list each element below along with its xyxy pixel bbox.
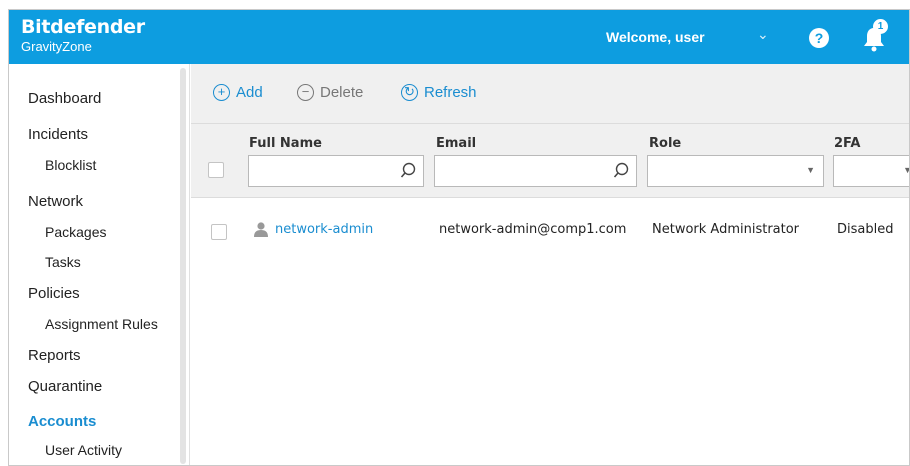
sidebar-item-policies[interactable]: Policies [28, 285, 80, 302]
toolbar: + Add − Delete ↻ Refresh [191, 64, 909, 124]
add-label: Add [236, 84, 263, 101]
column-header-2fa[interactable]: 2FA [834, 136, 861, 151]
user-email: network-admin@comp1.com [439, 222, 627, 237]
select-all-checkbox[interactable] [208, 162, 224, 178]
refresh-label: Refresh [424, 84, 477, 101]
refresh-icon: ↻ [401, 84, 418, 101]
caret-down-icon: ▼ [806, 165, 815, 175]
refresh-button[interactable]: ↻ Refresh [401, 84, 477, 101]
sidebar-item-user-activity[interactable]: User Activity [45, 442, 122, 458]
delete-label: Delete [320, 84, 364, 101]
brand-logo[interactable]: Bitdefender GravityZone [21, 16, 145, 54]
2fa-filter-select[interactable]: ▼ [833, 155, 909, 187]
minus-icon: − [297, 84, 314, 101]
role-filter-select[interactable]: ▼ [647, 155, 824, 187]
sidebar-item-assignment-rules[interactable]: Assignment Rules [45, 316, 158, 332]
sidebar-item-accounts[interactable]: Accounts [28, 413, 96, 430]
column-header-email[interactable]: Email [436, 136, 476, 151]
sidebar-item-blocklist[interactable]: Blocklist [45, 157, 96, 173]
search-icon [613, 162, 629, 178]
sidebar-scrollbar[interactable] [180, 68, 186, 464]
column-header-full-name[interactable]: Full Name [249, 136, 322, 151]
help-icon[interactable]: ? [809, 28, 829, 48]
user-2fa-status: Disabled [837, 222, 894, 237]
column-header-role[interactable]: Role [649, 136, 681, 151]
welcome-user-menu[interactable]: Welcome, user [606, 29, 705, 45]
plus-icon: + [213, 84, 230, 101]
sidebar-nav: Dashboard Incidents Blocklist Network Pa… [9, 64, 190, 465]
sidebar-item-reports[interactable]: Reports [28, 347, 81, 364]
user-icon [254, 222, 268, 237]
add-button[interactable]: + Add [213, 84, 263, 101]
delete-button[interactable]: − Delete [297, 84, 363, 101]
user-role: Network Administrator [652, 222, 800, 237]
sidebar-item-quarantine[interactable]: Quarantine [28, 378, 102, 395]
main-content: + Add − Delete ↻ Refresh Full Name Email… [191, 64, 909, 465]
search-icon [400, 162, 416, 178]
brand-subtitle: GravityZone [21, 39, 92, 54]
sidebar-item-network[interactable]: Network [28, 193, 83, 210]
notification-count-badge: 1 [873, 19, 888, 34]
full-name-filter-input[interactable] [248, 155, 424, 187]
user-full-name-link[interactable]: network-admin [275, 222, 373, 237]
row-checkbox[interactable] [211, 224, 227, 240]
table-row[interactable]: network-admin network-admin@comp1.com Ne… [191, 198, 909, 240]
sidebar-item-packages[interactable]: Packages [45, 224, 106, 240]
top-header: Bitdefender GravityZone Welcome, user ⌄ … [9, 10, 909, 64]
sidebar-item-incidents[interactable]: Incidents [28, 126, 88, 143]
chevron-down-icon[interactable]: ⌄ [757, 26, 769, 43]
caret-down-icon: ▼ [903, 165, 909, 175]
table-header: Full Name Email Role ▼ 2FA ▼ [191, 124, 909, 198]
email-filter-input[interactable] [434, 155, 637, 187]
app-window: Bitdefender GravityZone Welcome, user ⌄ … [8, 9, 910, 466]
sidebar-item-tasks[interactable]: Tasks [45, 254, 81, 270]
brand-name: Bitdefender [21, 16, 145, 38]
sidebar-item-dashboard[interactable]: Dashboard [28, 90, 101, 107]
